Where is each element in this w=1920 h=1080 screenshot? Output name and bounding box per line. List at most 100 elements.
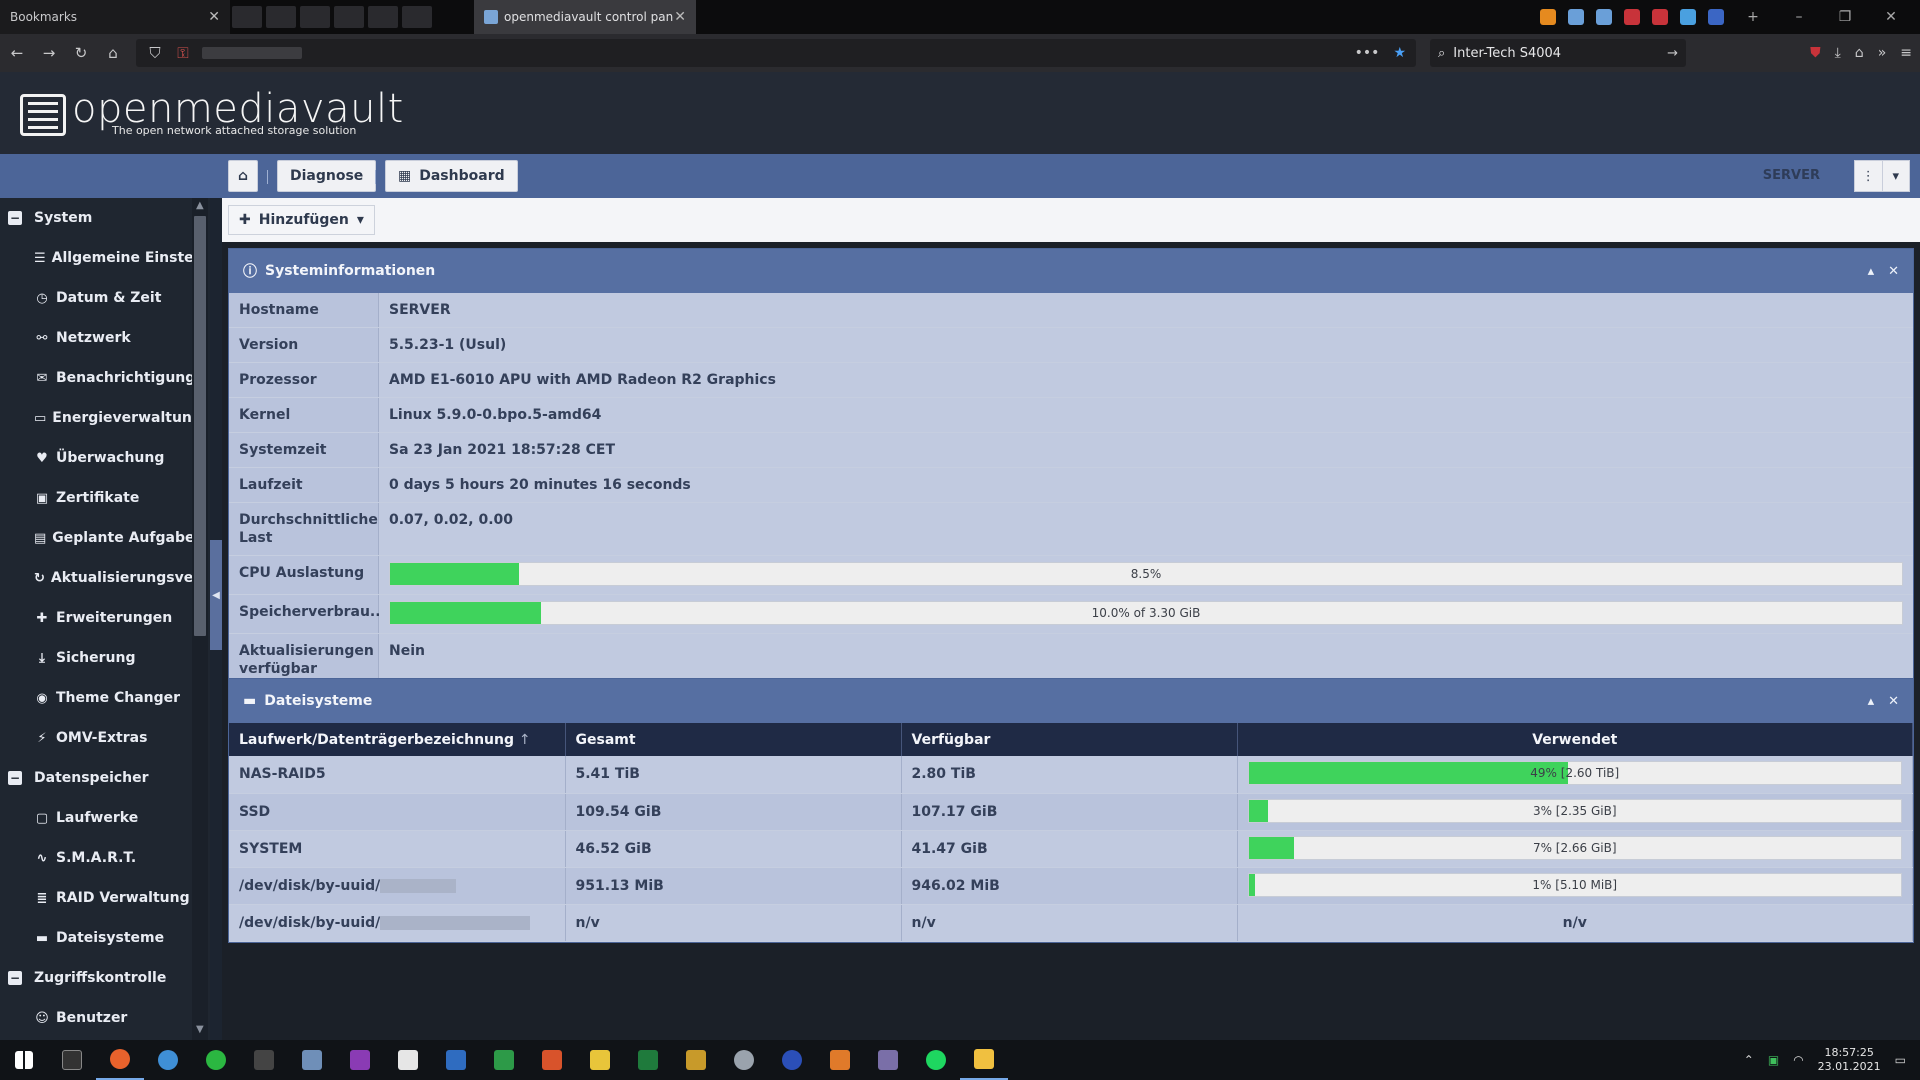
sidebar-item-laufwerke[interactable]: ▢ Laufwerke <box>0 798 200 838</box>
table-row[interactable]: /dev/disk/by-uuid/ 951.13 MiB 946.02 MiB… <box>229 867 1913 905</box>
app-icon[interactable] <box>240 1040 288 1080</box>
forward-icon[interactable]: → <box>40 44 58 62</box>
column-header-used[interactable]: Verwendet <box>1237 723 1913 756</box>
sidebar-item-geplante-aufgaben[interactable]: ▤ Geplante Aufgaben <box>0 518 200 558</box>
bookmark-star-icon[interactable]: ★ <box>1393 45 1406 61</box>
pdf-icon[interactable] <box>528 1040 576 1080</box>
chat-app-icon[interactable] <box>144 1040 192 1080</box>
file-explorer-icon[interactable] <box>960 1040 1008 1080</box>
sidebar-item-benachrichtigung[interactable]: ✉ Benachrichtigung <box>0 358 200 398</box>
chevron-down-icon[interactable]: ▾ <box>1881 161 1910 191</box>
home-icon[interactable]: ⌂ <box>104 44 122 62</box>
sidebar-item-zertifikate[interactable]: ▣ Zertifikate <box>0 478 200 518</box>
document-icon[interactable] <box>384 1040 432 1080</box>
lock-icon[interactable]: ⚿ <box>174 44 192 62</box>
excel-icon[interactable] <box>624 1040 672 1080</box>
blurred-tab[interactable] <box>368 6 398 28</box>
sidebar-item-theme-changer[interactable]: ◉ Theme Changer <box>0 678 200 718</box>
table-row[interactable]: NAS-RAID5 5.41 TiB 2.80 TiB 49% [2.60 Ti… <box>229 756 1913 794</box>
kebab-menu-icon[interactable]: ⋮ <box>1855 161 1882 191</box>
spotify-icon[interactable] <box>912 1040 960 1080</box>
breadcrumb-dashboard[interactable]: ▦ Dashboard <box>385 160 518 192</box>
close-panel-icon[interactable]: ✕ <box>1888 694 1899 709</box>
system-clock[interactable]: 18:57:25 23.01.2021 <box>1818 1046 1881 1074</box>
downloads-icon[interactable]: ⤓ <box>1835 45 1841 61</box>
library-icon[interactable]: ⌂ <box>1855 45 1864 61</box>
app-icon[interactable] <box>672 1040 720 1080</box>
wifi-icon[interactable]: ◠ <box>1793 1053 1803 1067</box>
terminal-icon[interactable] <box>48 1040 96 1080</box>
table-row[interactable]: SSD 109.54 GiB 107.17 GiB 3% [2.35 GiB] <box>229 793 1913 831</box>
sidebar-item-allgemeine-einstellungen[interactable]: ☰ Allgemeine Einstellungen <box>0 238 200 278</box>
sidebar-collapse-handle[interactable]: ◀ <box>210 540 222 650</box>
extension-icon[interactable] <box>1680 9 1696 25</box>
sidebar-item-sicherung[interactable]: ⤓ Sicherung <box>0 638 200 678</box>
restore-icon[interactable]: ❐ <box>1828 9 1862 25</box>
app-icon[interactable] <box>288 1040 336 1080</box>
sidebar-scroll-thumb[interactable] <box>194 216 206 636</box>
address-bar[interactable]: ⛉ ⚿ ••• ★ <box>136 39 1416 67</box>
notifications-icon[interactable]: ▭ <box>1895 1053 1906 1067</box>
tab-bookmarks[interactable]: Bookmarks ✕ <box>0 0 230 34</box>
app-icon[interactable] <box>720 1040 768 1080</box>
sidebar-item-omv-extras[interactable]: ⚡ OMV-Extras <box>0 718 200 758</box>
extension-icon[interactable] <box>1568 9 1584 25</box>
sidebar-item-energieverwaltung[interactable]: ▭ Energieverwaltung <box>0 398 200 438</box>
tray-chevron-icon[interactable]: ⌃ <box>1744 1053 1754 1067</box>
extension-icon[interactable] <box>1708 9 1724 25</box>
minimize-icon[interactable]: – <box>1782 9 1816 25</box>
add-widget-button[interactable]: ✚ Hinzufügen ▾ <box>228 205 375 235</box>
column-header-device[interactable]: Laufwerk/Datenträgerbezeichnung ↑ <box>229 723 566 756</box>
blurred-tab[interactable] <box>402 6 432 28</box>
search-go-icon[interactable]: → <box>1667 46 1678 61</box>
sidebar-item-aktualisierungsverwaltung[interactable]: ↻ Aktualisierungsverwaltung <box>0 558 200 598</box>
table-row[interactable]: /dev/disk/by-uuid/ n/v n/v n/v <box>229 904 1913 942</box>
home-button[interactable]: ⌂ <box>228 160 258 192</box>
close-window-icon[interactable]: ✕ <box>1874 9 1908 25</box>
extension-icon[interactable] <box>1540 9 1556 25</box>
ublock-icon[interactable]: ⛊ <box>1810 45 1821 61</box>
new-tab-icon[interactable]: + <box>1736 9 1770 25</box>
app-icon[interactable] <box>816 1040 864 1080</box>
app-icon[interactable] <box>864 1040 912 1080</box>
blurred-tab[interactable] <box>300 6 330 28</box>
close-icon[interactable]: ✕ <box>674 9 686 25</box>
close-panel-icon[interactable]: ✕ <box>1888 264 1899 279</box>
sidebar-group-datenspeicher[interactable]: − Datenspeicher <box>0 758 200 798</box>
table-row[interactable]: SYSTEM 46.52 GiB 41.47 GiB 7% [2.66 GiB] <box>229 830 1913 868</box>
sidebar-item-raid-verwaltung[interactable]: ≣ RAID Verwaltung <box>0 878 200 918</box>
search-bar[interactable]: ⌕ Inter-Tech S4004 → <box>1430 39 1686 67</box>
hamburger-menu-icon[interactable]: ≡ <box>1900 45 1912 61</box>
sidebar-item-smart[interactable]: ∿ S.M.A.R.T. <box>0 838 200 878</box>
tray-app-icon[interactable]: ▣ <box>1768 1053 1779 1067</box>
sidebar-item-datum-zeit[interactable]: ◷ Datum & Zeit <box>0 278 200 318</box>
more-icon[interactable]: ••• <box>1355 45 1380 61</box>
whatsapp-icon[interactable] <box>192 1040 240 1080</box>
app-icon[interactable] <box>768 1040 816 1080</box>
shield-icon[interactable]: ⛉ <box>146 44 164 62</box>
overflow-icon[interactable]: » <box>1878 45 1887 61</box>
search-input[interactable]: Inter-Tech S4004 <box>1453 46 1561 61</box>
extension-icon[interactable] <box>1624 9 1640 25</box>
collapse-icon[interactable]: − <box>8 211 22 225</box>
tab-openmediavault[interactable]: openmediavault control panel ✕ <box>474 0 696 34</box>
sidebar-group-system[interactable]: − System <box>0 198 200 238</box>
sidebar-item-benutzer[interactable]: ☺ Benutzer <box>0 998 200 1038</box>
back-icon[interactable]: ← <box>8 44 26 62</box>
firefox-icon[interactable] <box>96 1040 144 1080</box>
onenote-icon[interactable] <box>336 1040 384 1080</box>
extension-icon[interactable] <box>1596 9 1612 25</box>
sidebar-group-zugriffskontrolle[interactable]: − Zugriffskontrolle <box>0 958 200 998</box>
scroll-up-icon[interactable]: ▲ <box>196 200 204 211</box>
app-icon[interactable] <box>576 1040 624 1080</box>
column-header-total[interactable]: Gesamt <box>565 723 902 756</box>
collapse-icon[interactable]: − <box>8 771 22 785</box>
column-header-free[interactable]: Verfügbar <box>901 723 1238 756</box>
word-icon[interactable] <box>432 1040 480 1080</box>
collapse-icon[interactable]: − <box>8 971 22 985</box>
toolbar-menu[interactable]: ⋮ ▾ <box>1854 160 1910 192</box>
collapse-panel-icon[interactable]: ▴ <box>1868 694 1875 709</box>
blurred-tab[interactable] <box>232 6 262 28</box>
breadcrumb-diagnose[interactable]: Diagnose <box>277 160 377 192</box>
spreadsheet-icon[interactable] <box>480 1040 528 1080</box>
